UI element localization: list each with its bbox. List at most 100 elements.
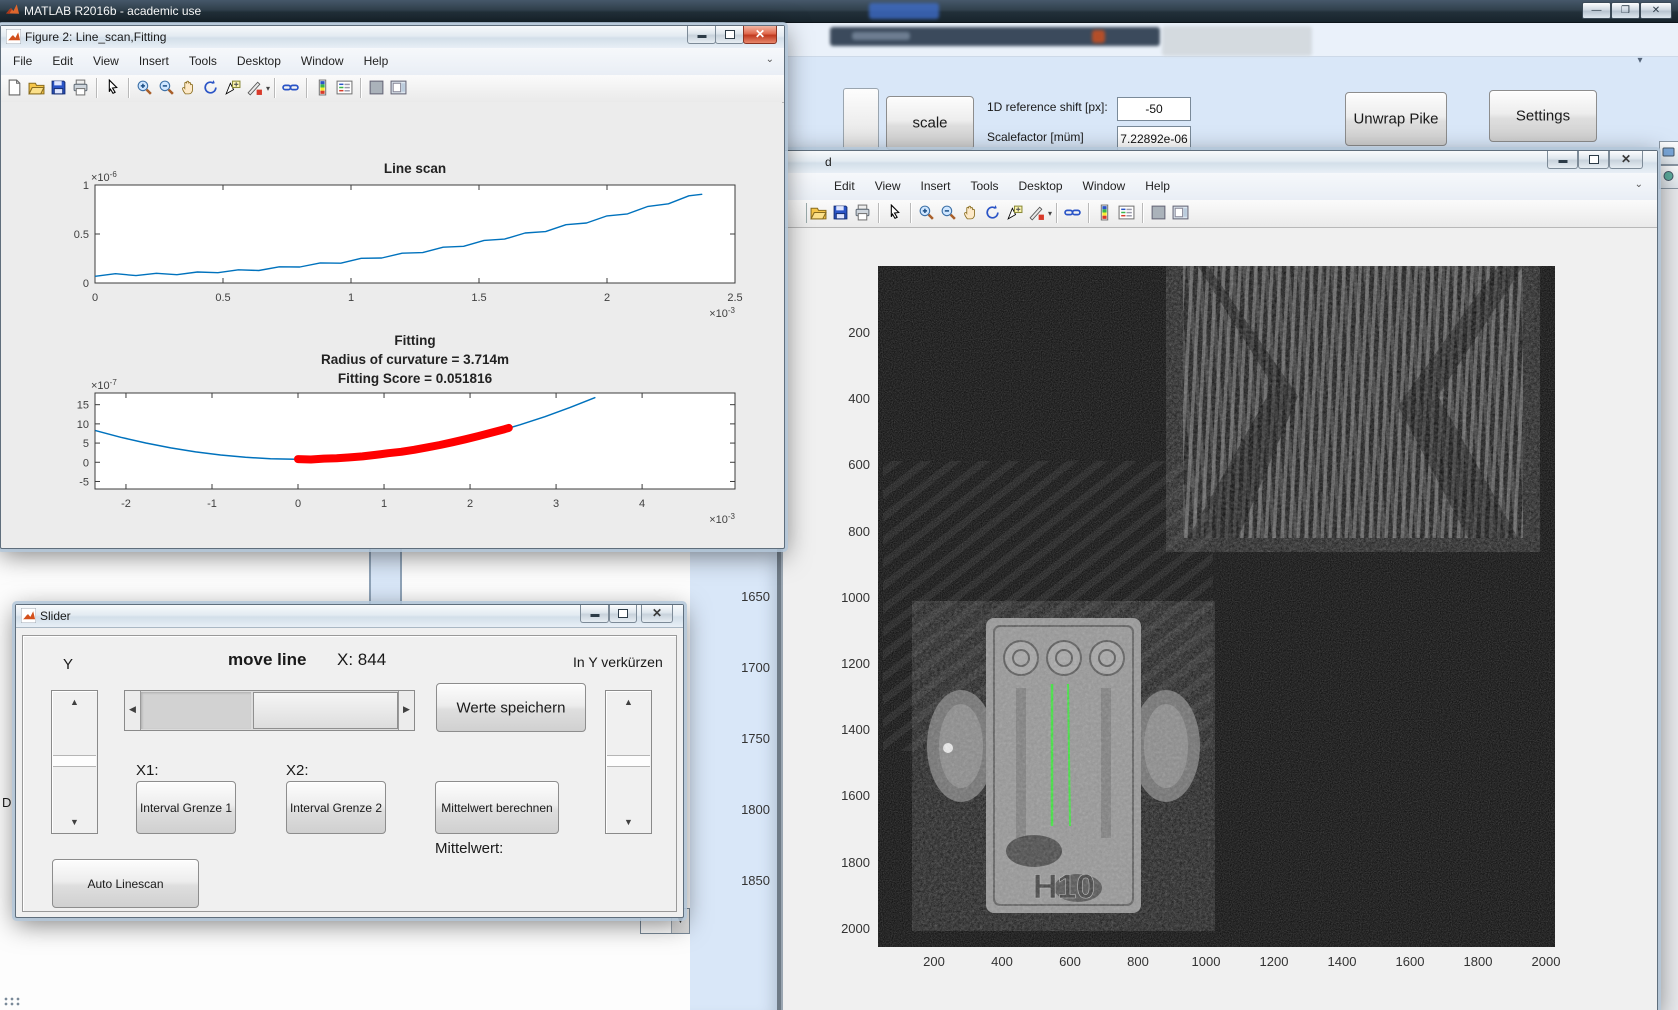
figure2-restore-button[interactable] [715, 26, 744, 44]
zoom-out-icon[interactable] [157, 78, 177, 98]
unwrap-pike-button[interactable]: Unwrap Pike [1345, 92, 1447, 146]
svg-text:Fitting Score = 0.051816: Fitting Score = 0.051816 [338, 371, 493, 386]
menu-view[interactable]: View [865, 173, 911, 200]
menu-overflow-chevron-icon[interactable]: ⌄ [1635, 179, 1643, 190]
save-icon[interactable] [831, 203, 851, 223]
menu-file[interactable]: File [3, 48, 42, 75]
rotate-3d-icon[interactable] [201, 78, 221, 98]
data-cursor-icon[interactable] [223, 78, 243, 98]
y-slider-left[interactable]: ▲ ▼ [51, 690, 98, 834]
figure2-titlebar[interactable]: Figure 2: Line_scan,Fitting ✕ [1, 26, 784, 49]
slider-titlebar[interactable]: Slider ✕ [16, 605, 683, 628]
open-file-icon[interactable] [809, 203, 829, 223]
save-icon[interactable] [49, 78, 69, 98]
brush-dropdown-icon[interactable]: ▾ [1048, 209, 1052, 218]
y-slider-right[interactable]: ▲ ▼ [605, 690, 652, 834]
image-y-tick: 1800 [841, 854, 870, 870]
brush-dropdown-icon[interactable]: ▾ [266, 84, 270, 93]
slider-restore-button[interactable] [609, 605, 637, 623]
figure-right-minimize-button[interactable] [1547, 151, 1578, 169]
toolbar-separator [1056, 203, 1059, 223]
menu-tools[interactable]: Tools [961, 173, 1009, 200]
slider-thumb[interactable] [253, 692, 398, 729]
brush-icon[interactable] [1027, 203, 1047, 223]
zoom-in-icon[interactable] [135, 78, 155, 98]
menu-desktop[interactable]: Desktop [227, 48, 291, 75]
slider-close-button[interactable]: ✕ [641, 605, 673, 623]
insert-legend-icon[interactable] [1117, 203, 1137, 223]
figure-right-titlebar[interactable]: d ✕ [778, 151, 1657, 174]
slider-down-arrow-icon[interactable]: ▼ [606, 817, 651, 827]
svg-text:2.5: 2.5 [727, 292, 742, 304]
slider-up-arrow-icon[interactable]: ▲ [52, 697, 97, 707]
cursor-icon[interactable] [885, 203, 905, 223]
slider-thumb[interactable] [53, 755, 96, 767]
zoom-in-icon[interactable] [917, 203, 937, 223]
menu-overflow-chevron-icon[interactable]: ⌄ [766, 54, 774, 65]
show-plot-tools-icon[interactable] [1171, 203, 1191, 223]
settings-button[interactable]: Settings [1489, 90, 1597, 142]
slider-down-arrow-icon[interactable]: ▼ [52, 817, 97, 827]
side-dock-button-2[interactable] [1659, 165, 1678, 189]
hide-plot-tools-icon[interactable] [367, 78, 387, 98]
matlab-logo-icon [5, 4, 20, 14]
print-icon[interactable] [71, 78, 91, 98]
rotate-3d-icon[interactable] [983, 203, 1003, 223]
menu-edit[interactable]: Edit [42, 48, 83, 75]
interval-grenze-2-button[interactable]: Interval Grenze 2 [286, 781, 386, 834]
data-cursor-icon[interactable] [1005, 203, 1025, 223]
link-plots-icon[interactable] [1063, 203, 1083, 223]
link-plots-icon[interactable] [281, 78, 301, 98]
auto-linescan-button[interactable]: Auto Linescan [52, 859, 199, 908]
phase-image[interactable]: H10 [878, 266, 1555, 947]
menu-help[interactable]: Help [354, 48, 399, 75]
slider-up-arrow-icon[interactable]: ▲ [606, 697, 651, 707]
menu-window[interactable]: Window [1073, 173, 1136, 200]
menu-help[interactable]: Help [1135, 173, 1180, 200]
ribbon-chevron-icon[interactable]: ▾ [1630, 55, 1650, 73]
insert-legend-icon[interactable] [335, 78, 355, 98]
slider-right-arrow-icon[interactable]: ▶ [398, 691, 414, 730]
hide-plot-tools-icon[interactable] [1149, 203, 1169, 223]
slider-minimize-button[interactable] [580, 605, 609, 623]
slider-thumb[interactable] [607, 755, 650, 767]
figure2-close-button[interactable]: ✕ [743, 26, 777, 44]
figure-right-close-button[interactable]: ✕ [1609, 151, 1643, 169]
cursor-icon[interactable] [103, 78, 123, 98]
toolbar-grip-icon[interactable] [3, 996, 25, 1006]
interval-grenze-1-button[interactable]: Interval Grenze 1 [136, 781, 236, 834]
in-y-verkuerzen-label: In Y verkürzen [573, 654, 663, 670]
side-dock-button-1[interactable] [1659, 141, 1678, 165]
scalefactor-input[interactable]: 7.22892e-06 [1117, 126, 1191, 152]
insert-colorbar-icon[interactable] [313, 78, 333, 98]
slider-trough[interactable] [141, 692, 251, 729]
partial-button-fragment[interactable] [843, 88, 879, 150]
pan-hand-icon[interactable] [179, 78, 199, 98]
show-plot-tools-icon[interactable] [389, 78, 409, 98]
menu-insert[interactable]: Insert [129, 48, 179, 75]
new-document-icon[interactable] [5, 78, 25, 98]
main-minimize-button[interactable]: — [1582, 2, 1611, 19]
menu-edit[interactable]: Edit [824, 173, 865, 200]
mittelwert-berechnen-button[interactable]: Mittelwert berechnen [435, 781, 559, 834]
figure2-minimize-button[interactable] [687, 26, 716, 44]
open-file-icon[interactable] [27, 78, 47, 98]
menu-window[interactable]: Window [291, 48, 354, 75]
werte-speichern-button[interactable]: Werte speichern [436, 683, 586, 732]
slider-left-arrow-icon[interactable]: ◀ [125, 691, 141, 730]
main-close-button[interactable]: ✕ [1640, 2, 1672, 19]
insert-colorbar-icon[interactable] [1095, 203, 1115, 223]
menu-desktop[interactable]: Desktop [1009, 173, 1073, 200]
zoom-out-icon[interactable] [939, 203, 959, 223]
scale-button[interactable]: scale [886, 96, 974, 150]
brush-icon[interactable] [245, 78, 265, 98]
print-icon[interactable] [853, 203, 873, 223]
pan-hand-icon[interactable] [961, 203, 981, 223]
main-restore-button[interactable]: ❒ [1611, 2, 1640, 19]
menu-insert[interactable]: Insert [910, 173, 960, 200]
move-line-slider[interactable]: ◀ ▶ [124, 690, 415, 731]
menu-view[interactable]: View [83, 48, 129, 75]
menu-tools[interactable]: Tools [179, 48, 227, 75]
ref-shift-input[interactable]: -50 [1117, 97, 1191, 121]
figure-right-restore-button[interactable] [1578, 151, 1609, 169]
